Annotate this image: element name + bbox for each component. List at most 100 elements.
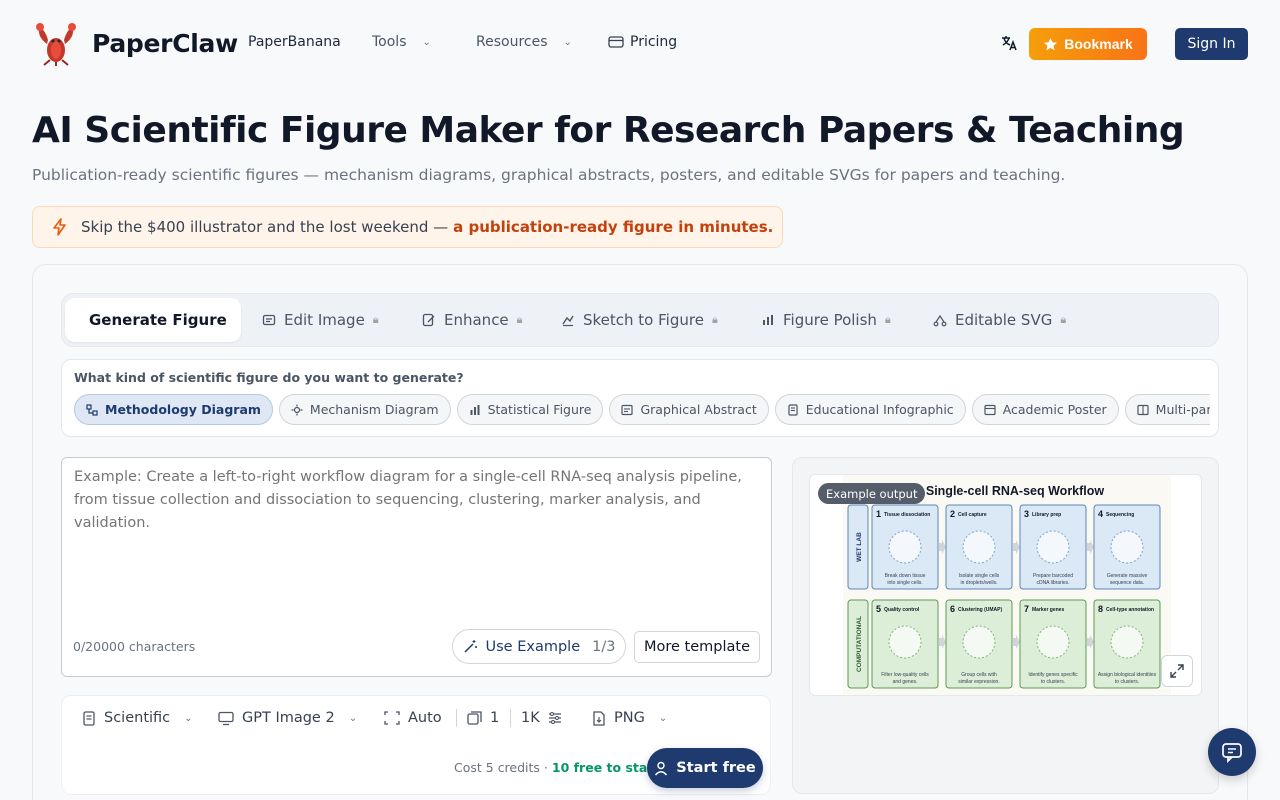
step-illustration [962, 530, 996, 564]
star-icon [1044, 37, 1058, 50]
chevron-down-icon: ⌄ [184, 712, 193, 724]
document-icon [83, 710, 95, 726]
page-subtitle: Publication-ready scientific figures — m… [32, 166, 1066, 184]
step-name: Clustering (UMAP) [958, 607, 1003, 613]
aspect-ratio-select[interactable]: Auto [384, 709, 442, 727]
workflow-step: 1 Tissue dissociation Break down tissueint… [871, 504, 946, 590]
chevron-down-icon: ⌄ [348, 712, 358, 724]
lock-icon: 🔒︎ [1060, 313, 1067, 326]
chip-label: Multi-panel Layout [1155, 402, 1210, 417]
resolution-select[interactable]: 1K [521, 709, 562, 727]
aspect-value: Auto [408, 710, 442, 726]
aspect-ratio-icon [384, 711, 400, 725]
promo-accent: a publication-ready figure in minutes. [453, 218, 774, 236]
step-number: 4 [1098, 509, 1103, 519]
example-output-image[interactable]: Single-cell RNA-seq Workflow WET LAB COM… [809, 474, 1202, 696]
promo-banner: Skip the $400 illustrator and the lost w… [32, 206, 783, 248]
bookmark-button[interactable]: Bookmark [1029, 28, 1147, 60]
magic-wand-icon [463, 640, 477, 653]
layout-icon [621, 404, 634, 415]
example-output-badge: Example output [818, 483, 926, 504]
chip-methodology-diagram[interactable]: Methodology Diagram [74, 394, 273, 425]
expand-button[interactable] [1161, 655, 1193, 687]
brand-name[interactable]: PaperClaw [92, 29, 238, 58]
step-illustration [962, 625, 996, 659]
step-description: Assign biological identities [1098, 672, 1157, 678]
lock-icon: 🔒︎ [884, 313, 891, 326]
bookmark-label: Bookmark [1064, 36, 1133, 52]
tab-label: Enhance [444, 311, 509, 329]
free-credits: 10 free to start [551, 760, 660, 775]
step-name: Sequencing [1106, 512, 1134, 518]
chip-statistical-figure[interactable]: Statistical Figure [456, 394, 604, 425]
step-number: 1 [876, 509, 881, 519]
model-select[interactable]: GPT Image 2 ⌄ [218, 709, 357, 727]
chip-academic-poster[interactable]: Academic Poster [971, 394, 1119, 425]
workflow-step: 4 Sequencing Generate massivesequence data… [1093, 504, 1161, 590]
chip-multi-panel-layout[interactable]: Multi-panel Layout [1124, 394, 1210, 425]
figure-type-question: What kind of scientific figure do you wa… [74, 370, 464, 385]
file-icon [593, 710, 605, 726]
step-number: 5 [876, 604, 881, 614]
workflow-step: 5 Quality control Filter low-quality cells… [871, 599, 946, 689]
start-free-button[interactable]: Start free [647, 748, 763, 788]
workflow-step: 7 Marker genes Identify genes specificto c… [1019, 599, 1094, 689]
image-edit-icon [262, 314, 276, 326]
chip-mechanism-diagram[interactable]: Mechanism Diagram [278, 394, 451, 425]
format-select[interactable]: PNG ⌄ [592, 709, 667, 727]
tab-sketch-to-figure[interactable]: Sketch to Figure 🔒︎ [545, 298, 734, 342]
row-label-wet-lab: WET LAB [856, 532, 863, 562]
divider [510, 709, 511, 727]
style-value: Scientific [104, 710, 171, 726]
more-template-button[interactable]: More template [634, 631, 760, 663]
vector-icon [933, 314, 947, 327]
chip-label: Statistical Figure [487, 402, 592, 417]
count-value: 1 [490, 710, 500, 726]
credit-card-icon [608, 36, 624, 48]
tab-edit-image[interactable]: Edit Image 🔒︎ [246, 298, 395, 342]
monitor-icon [218, 711, 234, 725]
step-description: Generate massive [1107, 573, 1148, 579]
chip-educational-infographic[interactable]: Educational Infographic [774, 394, 966, 425]
document-icon [788, 403, 798, 416]
chip-graphical-abstract[interactable]: Graphical Abstract [609, 394, 769, 425]
chevron-down-icon: ⌄ [422, 36, 431, 48]
step-name: Quality control [884, 607, 920, 613]
step-description: Prepare barcoded [1033, 573, 1073, 579]
nav-resources[interactable]: Resources ⌄ [476, 34, 572, 50]
tab-label: Edit Image [284, 311, 365, 329]
bar-chart-icon [763, 315, 773, 325]
lobster-logo-icon[interactable] [32, 22, 80, 66]
tab-figure-polish[interactable]: Figure Polish 🔒︎ [745, 298, 907, 342]
prompt-input[interactable] [74, 466, 764, 535]
step-illustration [888, 625, 922, 659]
row-label-computational: COMPUTATIONAL [856, 616, 863, 672]
translate-icon[interactable] [1000, 34, 1018, 52]
step-description: Group cells with [961, 672, 997, 678]
use-example-button[interactable]: Use Example 1/3 [452, 629, 626, 664]
tab-enhance[interactable]: Enhance 🔒︎ [406, 298, 539, 342]
lightning-icon [53, 218, 66, 236]
nav-label: Pricing [630, 34, 678, 50]
flowchart-icon [86, 403, 98, 416]
sliders-icon [548, 712, 561, 724]
tab-generate-figure[interactable]: Generate Figure [65, 298, 241, 342]
chevron-down-icon: ⌄ [563, 36, 572, 48]
style-select[interactable]: Scientific ⌄ [82, 709, 193, 727]
workflow-step: 2 Cell capture Isolate single cellsin drop… [945, 504, 1020, 590]
step-illustration [1036, 530, 1070, 564]
nav-pricing[interactable]: Pricing [608, 34, 677, 50]
chat-button[interactable] [1208, 728, 1256, 776]
step-illustration [1036, 625, 1070, 659]
step-description: Filter low-quality cells [881, 672, 929, 678]
tab-editable-svg[interactable]: Editable SVG 🔒︎ [917, 298, 1082, 342]
step-description: similar expression. [958, 679, 999, 685]
sign-in-button[interactable]: Sign In [1175, 28, 1248, 60]
nav-tools[interactable]: Tools ⌄ [372, 34, 431, 50]
bar-chart-icon [470, 404, 480, 415]
format-value: PNG [614, 710, 645, 726]
chevron-down-icon: ⌄ [658, 712, 668, 724]
step-description: Identify genes specific [1028, 672, 1078, 678]
image-count-select[interactable]: 1 [467, 709, 499, 727]
nav-paperbanana[interactable]: PaperBanana [248, 34, 341, 50]
